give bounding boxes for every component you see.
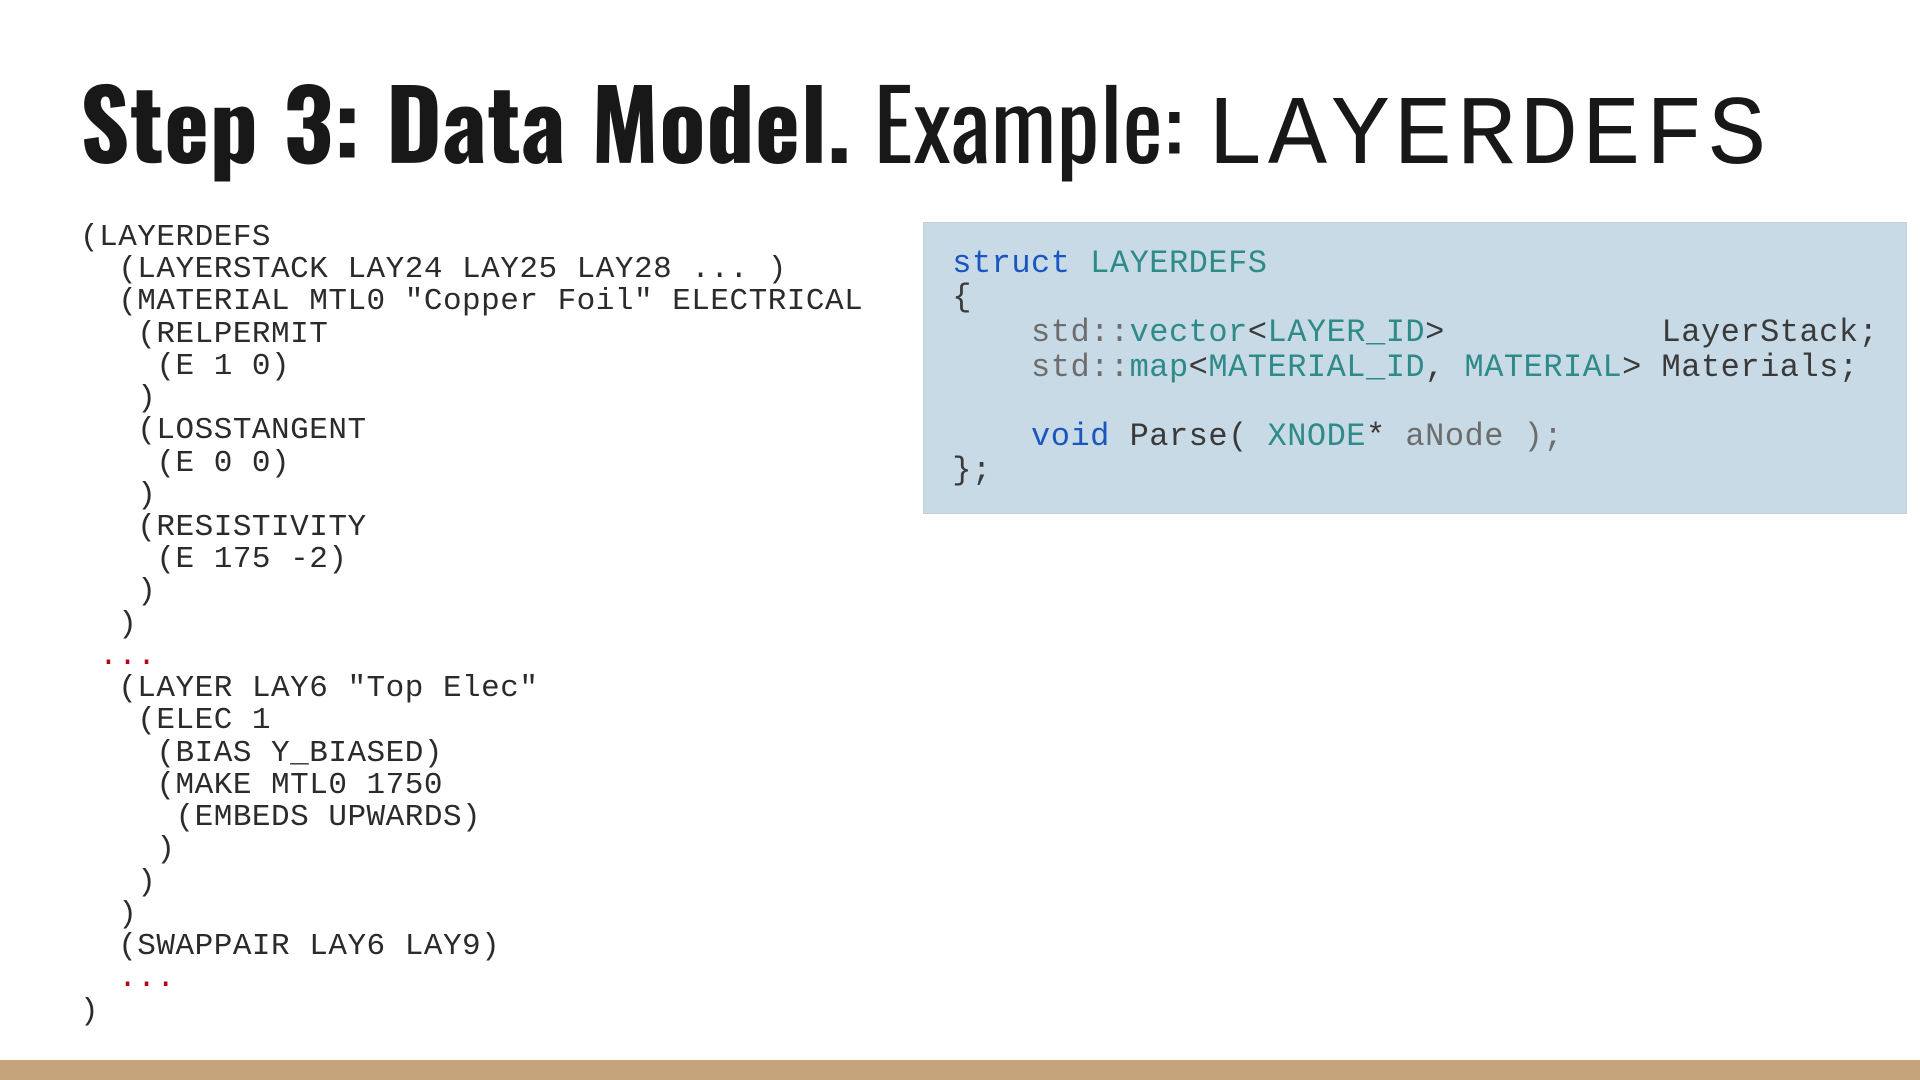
code-line: (BIAS Y_BIASED) [80,736,443,771]
code-line: (MATERIAL MTL0 "Copper Foil" ELECTRICAL [80,284,863,319]
content-columns: (LAYERDEFS (LAYERSTACK LAY24 LAY25 LAY28… [80,222,1840,1028]
ns-std: std:: [952,314,1129,351]
open-brace: { [952,279,972,316]
type-map: map [1130,349,1189,386]
title-bold: Step 3: Data Model. [80,48,851,191]
type-xnode: XNODE [1267,418,1366,455]
field-layerstack: LayerStack; [1662,314,1879,351]
type-material: MATERIAL [1465,349,1623,386]
code-line: (LAYER LAY6 "Top Elec" [80,671,538,706]
type-material-id: MATERIAL_ID [1208,349,1425,386]
left-column: (LAYERDEFS (LAYERSTACK LAY24 LAY25 LAY28… [80,222,863,1028]
code-line: ) [80,865,156,900]
code-line: (E 1 0) [80,349,290,384]
field-materials: Materials; [1662,349,1859,386]
code-line: (RELPERMIT [80,317,328,352]
comma: , [1425,349,1464,386]
code-line: ) [80,574,156,609]
code-line: (EMBEDS UPWARDS) [80,800,481,835]
ns-std: std:: [952,349,1129,386]
gt: > [1425,314,1445,351]
ellipsis: ... [80,639,156,674]
code-line: (ELEC 1 [80,703,271,738]
cpp-struct-box: struct LAYERDEFS { std::vector<LAYER_ID>… [923,222,1907,514]
ellipsis: ... [80,961,176,996]
gt: > [1622,349,1642,386]
lt: < [1189,349,1209,386]
code-line: ) [80,994,99,1029]
code-line: (LAYERSTACK LAY24 LAY25 LAY28 ... ) [80,252,787,287]
code-line: (LAYERDEFS [80,220,271,255]
code-line: (E 0 0) [80,446,290,481]
code-line: ) [80,607,137,642]
struct-name: LAYERDEFS [1090,245,1267,282]
type-layer-id: LAYER_ID [1267,314,1425,351]
slide-title: Step 3: Data Model. Example: LAYERDEFS [80,70,1840,190]
param-anode: aNode ); [1386,418,1563,455]
slide: Step 3: Data Model. Example: LAYERDEFS (… [0,0,1920,1080]
right-column: struct LAYERDEFS { std::vector<LAYER_ID>… [923,222,1907,514]
code-line: (RESISTIVITY [80,510,367,545]
space [1642,349,1662,386]
footer-accent-bar [0,1060,1920,1080]
keyword-struct: struct [952,245,1070,282]
title-code: LAYERDEFS [1205,82,1770,193]
sexpr-listing: (LAYERDEFS (LAYERSTACK LAY24 LAY25 LAY28… [80,222,863,1028]
code-line: (E 175 -2) [80,542,347,577]
type-vector: vector [1130,314,1248,351]
keyword-void: void [1031,418,1110,455]
code-line: (SWAPPAIR LAY6 LAY9) [80,929,500,964]
pad [1445,314,1662,351]
code-line: ) [80,478,156,513]
code-line: (MAKE MTL0 1750 [80,768,443,803]
code-line: ) [80,832,176,867]
code-line: ) [80,381,156,416]
parse-sig-open: Parse( [1110,418,1268,455]
star: * [1366,418,1386,455]
code-line: ) [80,897,137,932]
title-example: Example: [851,48,1205,191]
code-line: (LOSSTANGENT [80,413,367,448]
close-brace: }; [952,452,991,489]
indent [952,418,1031,455]
lt: < [1248,314,1268,351]
